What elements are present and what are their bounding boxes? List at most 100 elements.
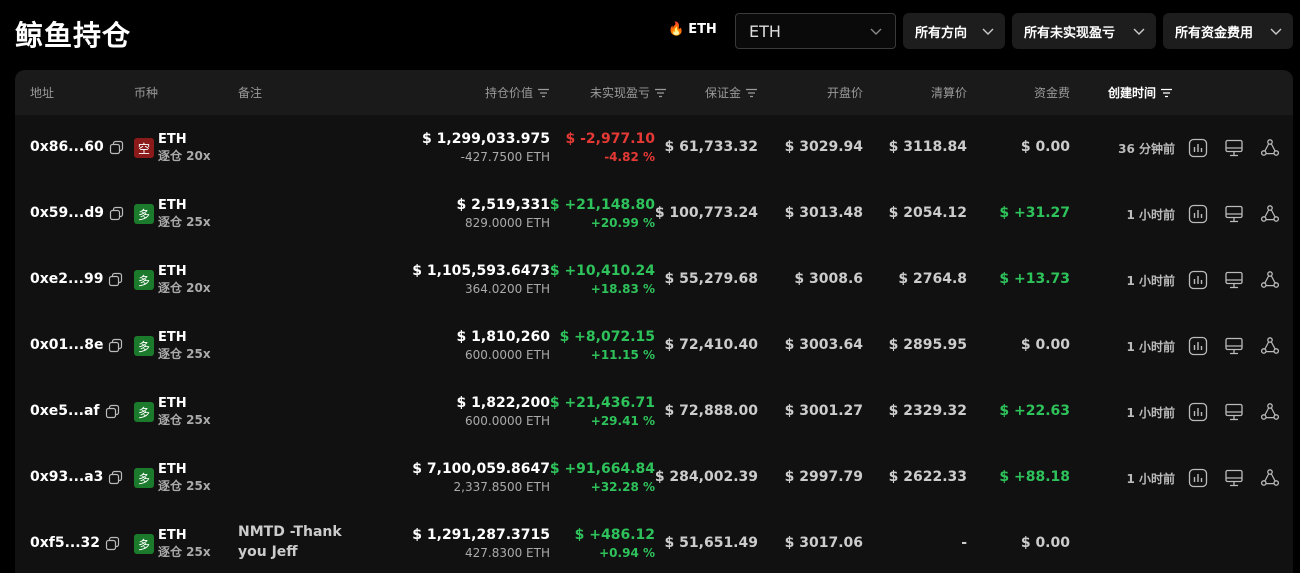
monitor-icon[interactable] xyxy=(1224,138,1244,158)
monitor-icon[interactable] xyxy=(1224,336,1244,356)
address-text[interactable]: 0x93...a3 xyxy=(30,469,103,485)
address-cell[interactable]: 0x86...60 xyxy=(30,139,124,155)
pnl-percent: -4.82 % xyxy=(604,150,655,164)
coin-select[interactable]: ETH xyxy=(735,13,896,49)
monitor-icon[interactable] xyxy=(1224,270,1244,290)
monitor-icon[interactable] xyxy=(1224,468,1244,488)
address-cell[interactable]: 0xe5...af xyxy=(30,403,120,419)
col-margin[interactable]: 保证金 xyxy=(705,84,758,101)
col-created-time-label: 创建时间 xyxy=(1108,86,1157,100)
coin-cell: 多 ETH 逐仓 25x xyxy=(134,528,211,560)
margin-value: $ 284,002.39 xyxy=(654,469,758,485)
liq-price: $ 3118.84 xyxy=(888,139,967,155)
share-icon[interactable] xyxy=(1260,468,1280,488)
share-icon[interactable] xyxy=(1260,204,1280,224)
liq-price: $ 2329.32 xyxy=(888,403,967,419)
copy-icon[interactable] xyxy=(105,404,120,419)
address-text[interactable]: 0x86...60 xyxy=(30,139,104,155)
hot-eth-tag[interactable]: 🔥 ETH xyxy=(668,22,717,37)
leverage-label: 逐仓 25x xyxy=(158,347,211,361)
coin-cell: 多 ETH 逐仓 25x xyxy=(134,396,211,428)
direction-badge: 多 xyxy=(134,468,154,488)
margin-value: $ 51,651.49 xyxy=(664,535,758,551)
position-value: $ 1,299,033.975 xyxy=(422,131,550,147)
col-unrealized-pnl[interactable]: 未实现盈亏 xyxy=(590,84,667,101)
copy-icon[interactable] xyxy=(105,536,120,551)
col-created-time[interactable]: 创建时间 xyxy=(1108,84,1173,101)
coin-symbol: ETH xyxy=(158,396,187,411)
table-row[interactable]: 0x59...d9 多 ETH 逐仓 25x $ 2,519,331 829.0000 E… xyxy=(15,181,1293,247)
pnl-value: $ +8,072.15 xyxy=(559,329,655,345)
table-row[interactable]: 0xf5...32 多 ETH 逐仓 25x NMTD -Thank you Jeff $… xyxy=(15,511,1293,573)
pnl-value: $ +91,664.84 xyxy=(549,461,655,477)
liq-price: $ 2895.95 xyxy=(888,337,967,353)
address-text[interactable]: 0x01...8e xyxy=(30,337,103,353)
pnl-cell: $ +21,436.71 +29.41 % xyxy=(550,394,655,430)
address-cell[interactable]: 0x59...d9 xyxy=(30,205,124,221)
chart-icon[interactable] xyxy=(1188,468,1208,488)
direction-badge: 多 xyxy=(134,270,154,290)
open-price: $ 3008.6 xyxy=(794,271,863,287)
copy-icon[interactable] xyxy=(108,272,123,287)
pnl-filter[interactable]: 所有未实现盈亏 xyxy=(1012,13,1156,49)
address-text[interactable]: 0xe2...99 xyxy=(30,271,103,287)
address-cell[interactable]: 0xf5...32 xyxy=(30,535,120,551)
direction-filter[interactable]: 所有方向 xyxy=(903,13,1005,49)
monitor-icon[interactable] xyxy=(1224,402,1244,422)
position-value: $ 1,822,200 xyxy=(456,395,550,411)
monitor-icon[interactable] xyxy=(1224,204,1244,224)
table-row[interactable]: 0x86...60 空 ETH 逐仓 20x $ 1,299,033.975 -427.7… xyxy=(15,115,1293,181)
position-size: 829.0000 ETH xyxy=(464,216,550,230)
created-time: 1 小时前 xyxy=(1126,340,1175,354)
address-text[interactable]: 0xf5...32 xyxy=(30,535,100,551)
address-text[interactable]: 0x59...d9 xyxy=(30,205,104,221)
position-size: 2,337.8500 ETH xyxy=(453,480,550,494)
share-icon[interactable] xyxy=(1260,336,1280,356)
created-time: 1 小时前 xyxy=(1126,472,1175,486)
row-actions xyxy=(1188,204,1280,224)
liq-price: - xyxy=(961,535,967,551)
col-position-value[interactable]: 持仓价值 xyxy=(485,84,550,101)
pnl-value: $ +21,436.71 xyxy=(549,395,655,411)
liq-price: $ 2764.8 xyxy=(898,271,967,287)
copy-icon[interactable] xyxy=(108,338,123,353)
pnl-percent: +0.94 % xyxy=(599,546,655,560)
table-row[interactable]: 0xe5...af 多 ETH 逐仓 25x $ 1,822,200 600.0000 E… xyxy=(15,379,1293,445)
chevron-down-icon xyxy=(870,28,882,35)
position-value-cell: $ 1,822,200 600.0000 ETH xyxy=(457,394,550,430)
col-coin: 币种 xyxy=(134,86,159,100)
address-cell[interactable]: 0x93...a3 xyxy=(30,469,123,485)
position-size: -427.7500 ETH xyxy=(460,150,550,164)
copy-icon[interactable] xyxy=(108,470,123,485)
chart-icon[interactable] xyxy=(1188,336,1208,356)
chart-icon[interactable] xyxy=(1188,270,1208,290)
position-value-cell: $ 1,105,593.6473 364.0200 ETH xyxy=(412,262,550,298)
leverage-label: 逐仓 20x xyxy=(158,149,211,163)
position-size: 600.0000 ETH xyxy=(464,348,550,362)
share-icon[interactable] xyxy=(1260,270,1280,290)
share-icon[interactable] xyxy=(1260,138,1280,158)
chart-icon[interactable] xyxy=(1188,138,1208,158)
chart-icon[interactable] xyxy=(1188,402,1208,422)
pnl-percent: +18.83 % xyxy=(590,282,655,296)
created-time: 1 小时前 xyxy=(1126,208,1175,222)
margin-value: $ 61,733.32 xyxy=(664,139,758,155)
copy-icon[interactable] xyxy=(109,140,124,155)
position-value: $ 1,105,593.6473 xyxy=(412,263,550,279)
address-cell[interactable]: 0x01...8e xyxy=(30,337,123,353)
position-value: $ 7,100,059.8647 xyxy=(412,461,550,477)
created-time: 36 分钟前 xyxy=(1118,142,1175,156)
funding-filter[interactable]: 所有资金费用 xyxy=(1163,13,1293,49)
copy-icon[interactable] xyxy=(109,206,124,221)
address-cell[interactable]: 0xe2...99 xyxy=(30,271,123,287)
flame-icon: 🔥 xyxy=(668,22,685,37)
chart-icon[interactable] xyxy=(1188,204,1208,224)
table-row[interactable]: 0xe2...99 多 ETH 逐仓 20x $ 1,105,593.6473 364.0… xyxy=(15,247,1293,313)
table-row[interactable]: 0x93...a3 多 ETH 逐仓 25x $ 7,100,059.8647 2,337… xyxy=(15,445,1293,511)
pnl-value: $ +10,410.24 xyxy=(549,263,655,279)
funding-fee: $ +88.18 xyxy=(999,469,1070,485)
share-icon[interactable] xyxy=(1260,402,1280,422)
direction-badge: 多 xyxy=(134,534,154,554)
address-text[interactable]: 0xe5...af xyxy=(30,403,100,419)
table-row[interactable]: 0x01...8e 多 ETH 逐仓 25x $ 1,810,260 600.0000 E… xyxy=(15,313,1293,379)
